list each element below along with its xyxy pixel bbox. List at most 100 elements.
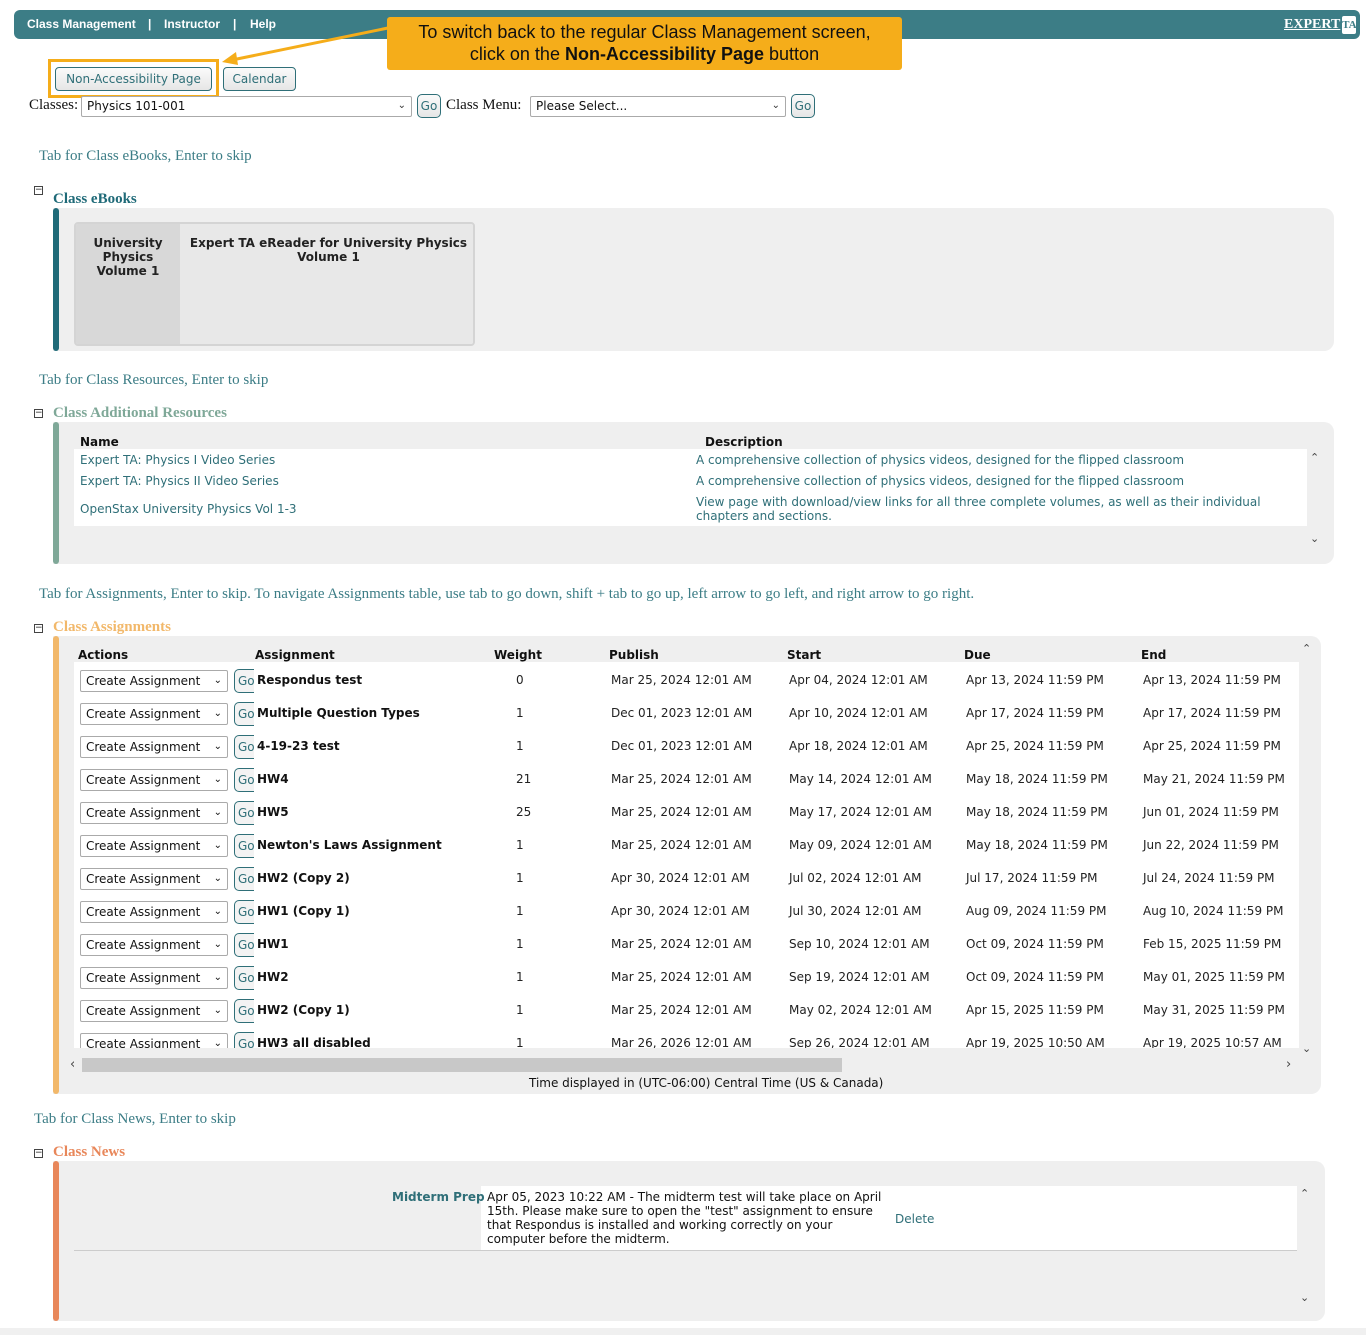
assignment-name[interactable]: HW2 (Copy 1) — [257, 1003, 350, 1017]
header-assignment: Assignment — [255, 648, 335, 662]
chevron-down-icon: ⌄ — [771, 100, 780, 111]
calendar-button[interactable]: Calendar — [223, 67, 296, 91]
header-publish: Publish — [609, 648, 659, 662]
assignment-name[interactable]: Multiple Question Types — [257, 706, 420, 720]
nav-instructor[interactable]: Instructor — [164, 17, 220, 31]
assignment-name[interactable]: Newton's Laws Assignment — [257, 838, 442, 852]
chevron-down-icon: ⌄ — [213, 906, 222, 917]
actions-select[interactable]: Create Assignment ⌄ — [80, 901, 228, 923]
actions-select[interactable]: Create Assignment ⌄ — [80, 1000, 228, 1022]
collapse-icon[interactable]: − — [34, 409, 43, 418]
assignment-due: Apr 17, 2024 11:59 PM — [966, 706, 1104, 720]
actions-select[interactable]: Create Assignment ⌄ — [80, 868, 228, 890]
row-go-button[interactable]: Go — [234, 900, 254, 924]
actions-select[interactable]: Create Assignment ⌄ — [80, 703, 228, 725]
assignment-weight: 1 — [516, 904, 524, 918]
assignment-name[interactable]: HW3 all disabled — [257, 1036, 371, 1048]
class-menu-select-value: Please Select... — [536, 99, 628, 113]
skip-ebooks-link[interactable]: Tab for Class eBooks, Enter to skip — [39, 148, 252, 165]
skip-resources-link[interactable]: Tab for Class Resources, Enter to skip — [39, 372, 268, 389]
resource-link[interactable]: Expert TA: Physics I Video Series — [80, 453, 275, 467]
collapse-icon[interactable]: − — [34, 186, 43, 195]
assignment-row: Create Assignment ⌄ Go 4-19-23 test 1 Dec 01,… — [74, 728, 1299, 761]
row-go-button[interactable]: Go — [234, 834, 254, 858]
assignment-name[interactable]: HW1 (Copy 1) — [257, 904, 350, 918]
assignment-end: May 31, 2025 11:59 PM — [1143, 1003, 1285, 1017]
skip-news-link[interactable]: Tab for Class News, Enter to skip — [34, 1111, 236, 1128]
actions-select[interactable]: Create Assignment ⌄ — [80, 769, 228, 791]
assignment-name[interactable]: HW4 — [257, 772, 289, 786]
row-go-button[interactable]: Go — [234, 867, 254, 891]
non-accessibility-page-button[interactable]: Non-Accessibility Page — [55, 67, 212, 91]
scroll-up-icon[interactable]: ⌃ — [1310, 451, 1319, 464]
row-go-button[interactable]: Go — [234, 669, 254, 693]
actions-select[interactable]: Create Assignment ⌄ — [80, 835, 228, 857]
horizontal-scrollbar[interactable]: ‹ › — [68, 1056, 1298, 1074]
assignment-name[interactable]: Respondus test — [257, 673, 362, 687]
actions-select-value: Create Assignment — [86, 872, 201, 886]
chevron-down-icon: ⌄ — [213, 1038, 222, 1048]
resource-link[interactable]: Expert TA: Physics II Video Series — [80, 474, 279, 488]
assignment-end: Feb 15, 2025 11:59 PM — [1143, 937, 1282, 951]
actions-select[interactable]: Create Assignment ⌄ — [80, 736, 228, 758]
scroll-up-icon[interactable]: ⌃ — [1300, 1187, 1309, 1200]
nav-class-management[interactable]: Class Management — [27, 17, 136, 31]
classes-select-value: Physics 101-001 — [87, 99, 186, 113]
row-go-button[interactable]: Go — [234, 966, 254, 990]
skip-assignments-link[interactable]: Tab for Assignments, Enter to skip. To n… — [39, 586, 974, 603]
assignment-row: Create Assignment ⌄ Go Respondus test 0 Mar 2… — [74, 662, 1299, 695]
assignment-name[interactable]: HW2 — [257, 970, 289, 984]
row-go-button[interactable]: Go — [234, 1032, 254, 1048]
actions-select-value: Create Assignment — [86, 1037, 201, 1048]
scrollbar-thumb[interactable] — [82, 1058, 842, 1072]
assignment-name[interactable]: HW2 (Copy 2) — [257, 871, 350, 885]
collapse-icon[interactable]: − — [34, 624, 43, 633]
actions-select[interactable]: Create Assignment ⌄ — [80, 670, 228, 692]
ebook-tab-university-physics[interactable]: University Physics Volume 1 — [76, 224, 180, 344]
assignment-weight: 1 — [516, 838, 524, 852]
scroll-down-icon[interactable]: ⌄ — [1300, 1291, 1309, 1304]
chevron-down-icon: ⌄ — [213, 708, 222, 719]
actions-select[interactable]: Create Assignment ⌄ — [80, 802, 228, 824]
classes-select[interactable]: Physics 101-001 ⌄ — [81, 96, 412, 117]
instruction-callout: To switch back to the regular Class Mana… — [387, 17, 902, 70]
assignment-name[interactable]: 4-19-23 test — [257, 739, 340, 753]
assignment-due: Oct 09, 2024 11:59 PM — [966, 970, 1104, 984]
row-go-button[interactable]: Go — [234, 735, 254, 759]
class-menu-select[interactable]: Please Select... ⌄ — [530, 96, 786, 117]
assignments-header-row: Actions Assignment Weight Publish Start … — [74, 645, 1299, 662]
assignment-row: Create Assignment ⌄ Go HW5 25 Mar 25, 2024 12… — [74, 794, 1299, 827]
assignment-due: Apr 19, 2025 10:50 AM — [966, 1036, 1105, 1048]
scroll-down-icon[interactable]: ⌄ — [1302, 1042, 1311, 1055]
assignment-due: May 18, 2024 11:59 PM — [966, 772, 1108, 786]
news-delete-link[interactable]: Delete — [895, 1212, 934, 1226]
row-go-button[interactable]: Go — [234, 801, 254, 825]
scroll-down-icon[interactable]: ⌄ — [1310, 532, 1319, 545]
row-go-button[interactable]: Go — [234, 768, 254, 792]
chevron-down-icon: ⌄ — [213, 1005, 222, 1016]
row-go-button[interactable]: Go — [234, 702, 254, 726]
assignment-name[interactable]: HW1 — [257, 937, 289, 951]
callout-bold: Non-Accessibility Page — [564, 44, 765, 64]
timezone-note: Time displayed in (UTC-06:00) Central Ti… — [529, 1076, 884, 1090]
class-menu-go-button[interactable]: Go — [791, 94, 815, 118]
collapse-icon[interactable]: − — [34, 1149, 43, 1158]
scroll-up-icon[interactable]: ⌃ — [1302, 642, 1311, 655]
scroll-right-icon[interactable]: › — [1286, 1057, 1291, 1072]
classes-go-button[interactable]: Go — [417, 94, 441, 118]
chevron-down-icon: ⌄ — [213, 807, 222, 818]
actions-select[interactable]: Create Assignment ⌄ — [80, 934, 228, 956]
callout-suffix: button — [764, 44, 820, 64]
actions-select[interactable]: Create Assignment ⌄ — [80, 1033, 228, 1048]
ebook-tab-ereader[interactable]: Expert TA eReader for University Physics… — [182, 224, 473, 344]
row-go-button[interactable]: Go — [234, 999, 254, 1023]
resource-link[interactable]: OpenStax University Physics Vol 1-3 — [80, 502, 297, 516]
callout-line-1: To switch back to the regular Class Mana… — [418, 22, 871, 42]
actions-select[interactable]: Create Assignment ⌄ — [80, 967, 228, 989]
nav-help[interactable]: Help — [250, 17, 276, 31]
scroll-left-icon[interactable]: ‹ — [70, 1057, 75, 1072]
assignment-weight: 1 — [516, 970, 524, 984]
row-go-button[interactable]: Go — [234, 933, 254, 957]
chevron-down-icon: ⌄ — [213, 873, 222, 884]
assignment-name[interactable]: HW5 — [257, 805, 289, 819]
